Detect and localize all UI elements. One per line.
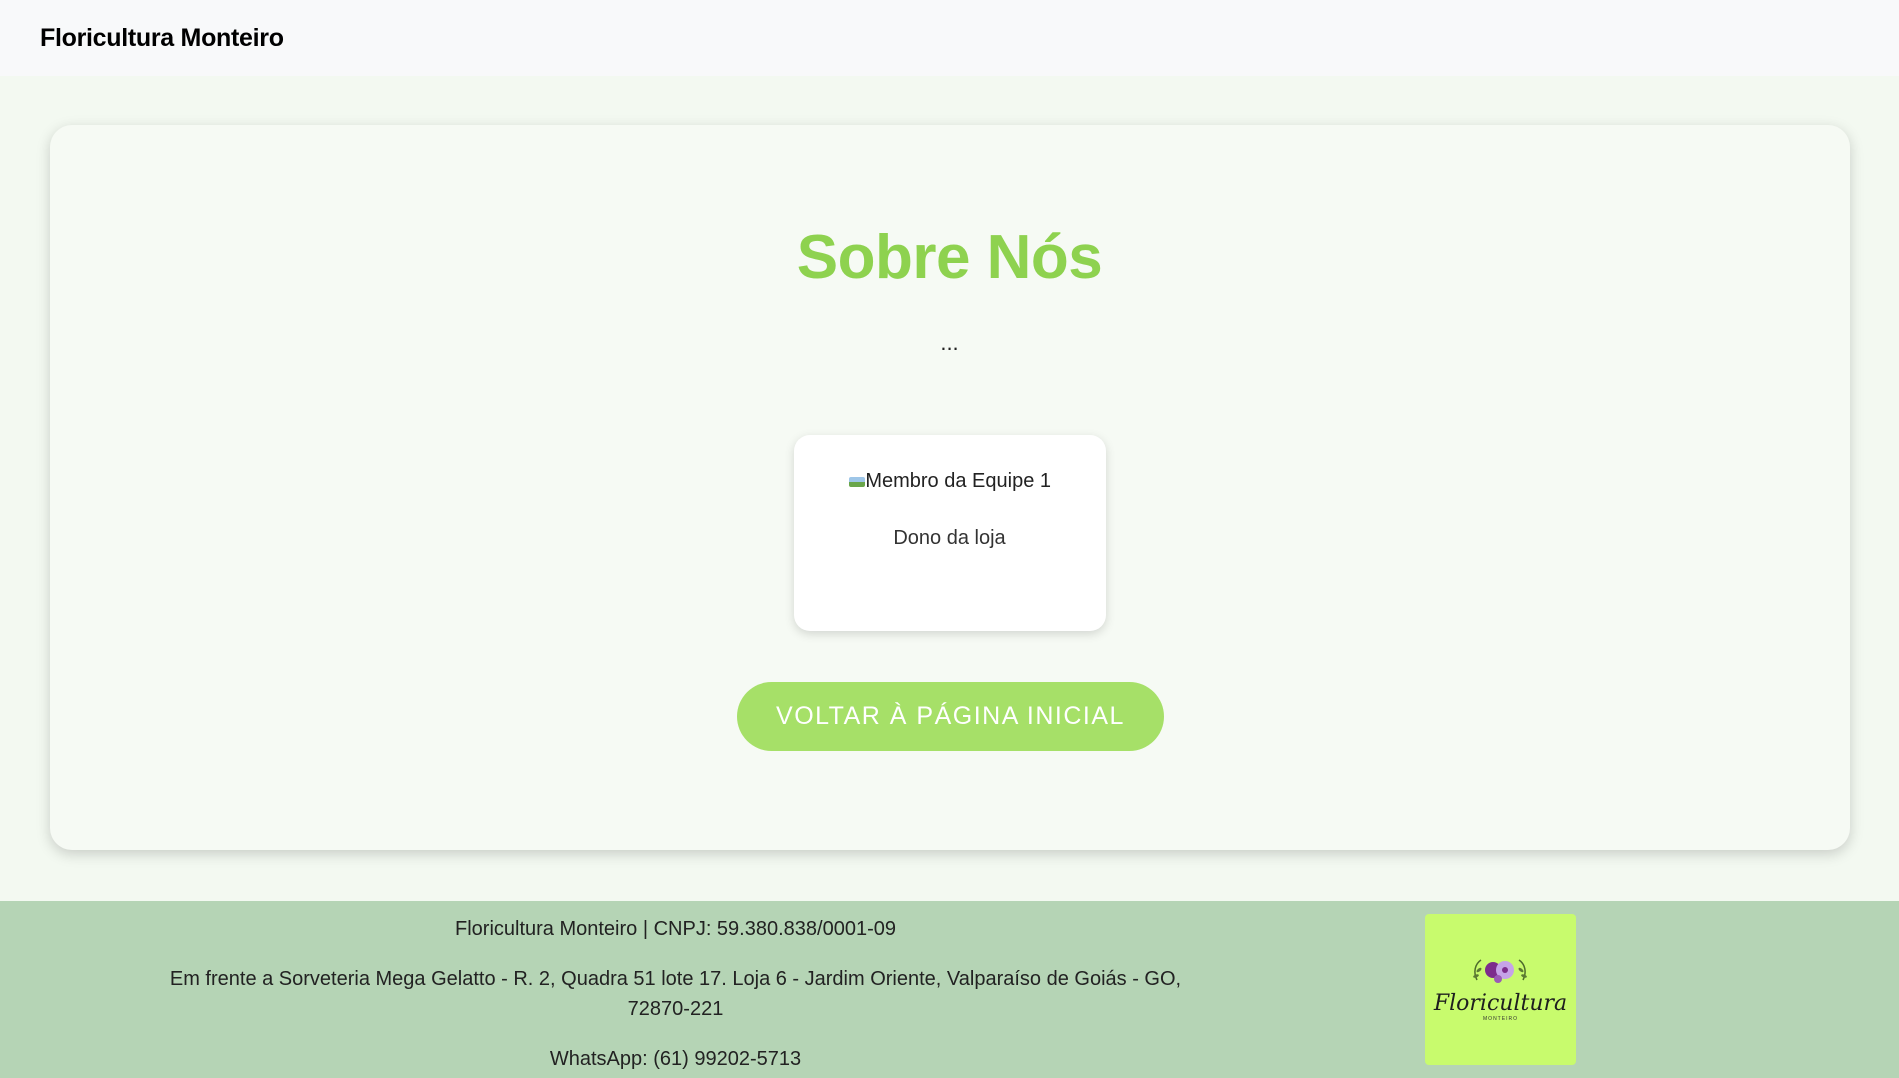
footer-address: Em frente a Sorveteria Mega Gelatto - R.… <box>169 968 1182 1020</box>
footer-company-line: Floricultura Monteiro | CNPJ: 59.380.838… <box>455 918 896 940</box>
flower-icon <box>1473 959 1527 983</box>
brand-link[interactable]: Floricultura Monteiro <box>40 24 284 53</box>
team-member-image: Membro da Equipe 1 <box>849 467 1051 495</box>
top-navbar: Floricultura Monteiro <box>0 0 1899 76</box>
team-member-role: Dono da loja <box>893 527 1006 549</box>
page-title: Sobre Nós <box>796 223 1103 292</box>
footer-logo: Floricultura MONTEIRO <box>1425 914 1576 1065</box>
footer-whatsapp[interactable]: WhatsApp: (61) 99202-5713 <box>148 1044 1203 1074</box>
broken-image-icon <box>849 474 866 488</box>
logo-text: Floricultura <box>1433 991 1568 1016</box>
team-member-image-alt: Membro da Equipe 1 <box>865 469 1051 492</box>
back-home-button[interactable]: VOLTAR À PÁGINA INICIAL <box>737 682 1164 751</box>
logo-subtext: MONTEIRO <box>1483 1016 1518 1022</box>
page-subtitle: ... <box>940 330 959 355</box>
